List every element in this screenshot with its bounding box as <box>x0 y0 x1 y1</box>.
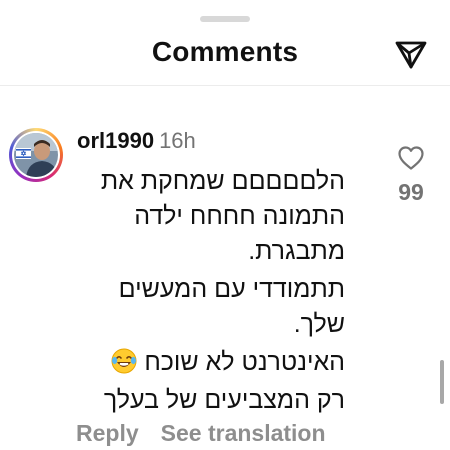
comment-timestamp: 16h <box>159 128 196 153</box>
comment-text: הלםםםםם שמחקת את התמונה חחחח ילדה מתבגרת… <box>75 164 345 418</box>
like-count: 99 <box>398 179 424 205</box>
send-icon[interactable] <box>394 40 428 70</box>
comment-paragraph-4: רק המצביעים של בעלך <box>103 386 345 414</box>
comment-paragraph-1: הלםםםםם שמחקת את התמונה חחחח ילדה מתבגרת… <box>100 167 345 265</box>
comment-paragraph-3-text: האינטרנט לא שוכח <box>144 348 345 376</box>
comments-sheet: Comments orl1990 16h הלםםםםם שמחקת את הת… <box>0 0 450 450</box>
avatar-story-ring[interactable] <box>9 128 63 182</box>
page-title: Comments <box>151 36 299 67</box>
avatar-ring-gap <box>12 131 60 179</box>
avatar <box>14 133 58 177</box>
comment-paragraph-2: תתמודדי עם המעשים שלך. <box>118 275 345 338</box>
drag-handle[interactable] <box>200 16 250 22</box>
comment-item: orl1990 16h הלםםםםם שמחקת את התמונה חחחח … <box>0 118 450 450</box>
scrollbar[interactable] <box>440 360 444 404</box>
heart-icon[interactable] <box>397 145 425 171</box>
comment-meta: orl1990 16h <box>77 128 196 154</box>
comment-paragraph-3: האינטרנט לא שוכח <box>75 345 345 380</box>
reply-button[interactable]: Reply <box>76 420 139 446</box>
comment-username[interactable]: orl1990 <box>77 128 154 153</box>
comment-actions: Reply See translation <box>76 419 326 447</box>
comments-header: Comments <box>0 28 450 80</box>
header-divider <box>0 85 450 86</box>
see-translation-button[interactable]: See translation <box>161 420 326 446</box>
laughing-tears-emoji-icon <box>111 348 137 374</box>
